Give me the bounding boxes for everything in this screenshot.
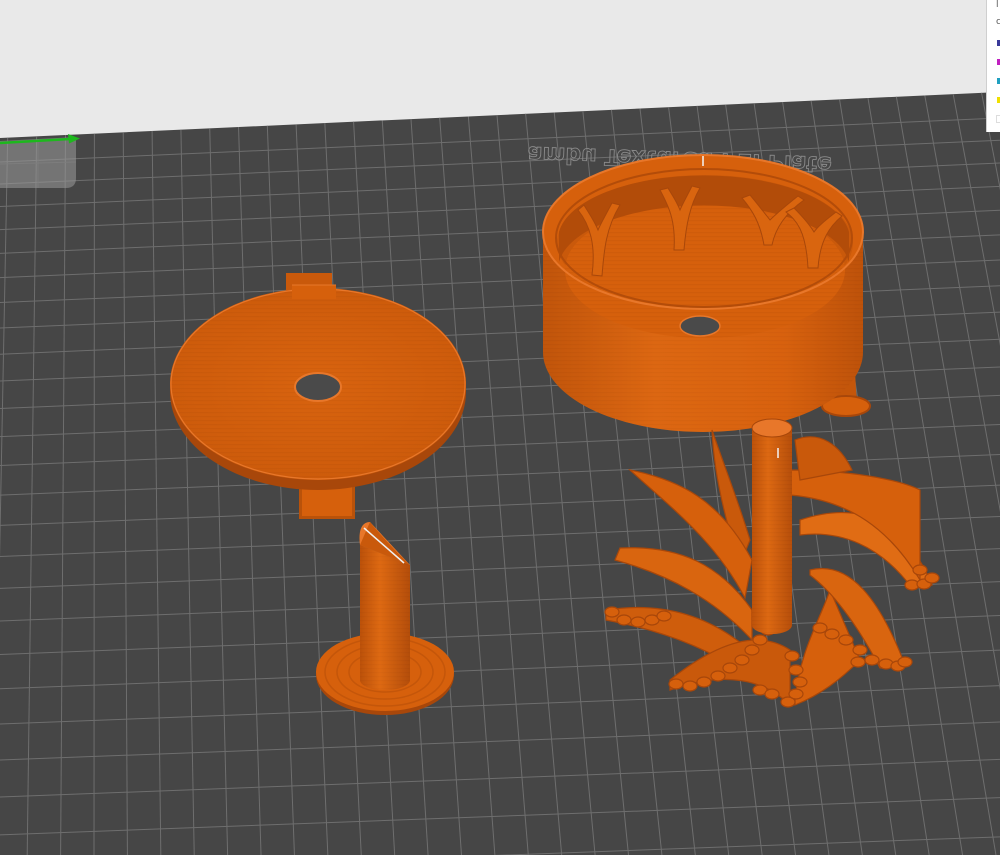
- object-cup[interactable]: [542, 154, 871, 432]
- brim-bead: [784, 650, 800, 662]
- brim-bead: [864, 654, 880, 666]
- brim-bead: [912, 564, 928, 576]
- brim-bead: [630, 616, 646, 628]
- brim-bead: [668, 678, 684, 690]
- brim-bead: [838, 634, 854, 646]
- brim-bead: [734, 654, 750, 666]
- brim-bead: [764, 688, 780, 700]
- brim-bead: [852, 644, 868, 656]
- brim-bead: [604, 606, 620, 618]
- color-legend: l c: [986, 0, 1000, 132]
- brim-bead: [656, 610, 672, 622]
- brim-bead: [788, 664, 804, 676]
- brim-bead: [824, 628, 840, 640]
- legend-char-2: c: [996, 17, 1000, 27]
- brim-bead: [744, 644, 760, 656]
- brim-bead: [722, 662, 738, 674]
- brim-bead: [752, 634, 768, 646]
- 3d-viewport[interactable]: ambu Textured PEI Plate: [0, 0, 1000, 855]
- brim-bead: [792, 676, 808, 688]
- brim-bead: [616, 614, 632, 626]
- brim-bead: [850, 656, 866, 668]
- brim-bead: [788, 688, 804, 700]
- brim-bead: [682, 680, 698, 692]
- brim-bead: [897, 656, 913, 668]
- brim-bead: [696, 676, 712, 688]
- brim-bead: [710, 670, 726, 682]
- legend-char-1: l: [996, 0, 999, 10]
- brim-bead: [924, 572, 940, 584]
- brim-bead: [812, 622, 828, 634]
